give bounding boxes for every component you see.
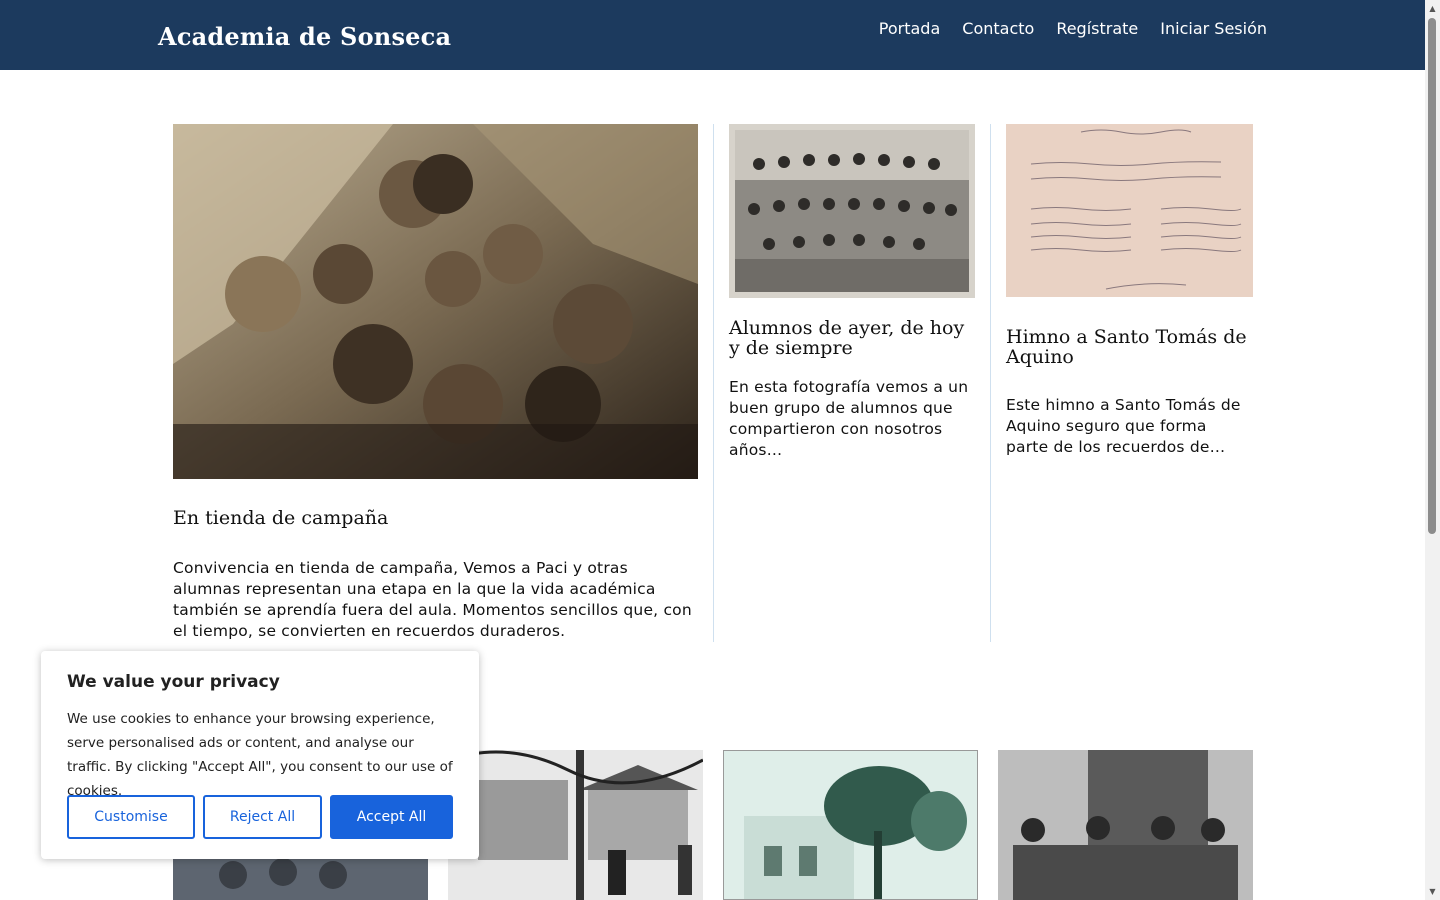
- column-divider: [713, 124, 714, 642]
- cookie-consent-banner: We value your privacy We use cookies to …: [41, 651, 479, 859]
- site-brand[interactable]: Academia de Sonseca: [158, 22, 451, 51]
- post-excerpt-himno: Este himno a Santo Tomás de Aquino segur…: [1006, 396, 1241, 456]
- main-nav: Portada Contacto Regístrate Iniciar Sesi…: [857, 19, 1267, 38]
- post-thumbnail[interactable]: [448, 750, 703, 900]
- scroll-down-icon[interactable]: ▼: [1428, 887, 1437, 896]
- customise-button[interactable]: Customise: [67, 795, 195, 839]
- nav-link-iniciar-sesion[interactable]: Iniciar Sesión: [1160, 19, 1267, 38]
- scroll-thumb[interactable]: [1428, 18, 1436, 534]
- post-title-tienda-campana[interactable]: En tienda de campaña: [173, 508, 698, 528]
- scroll-up-icon[interactable]: ▲: [1428, 4, 1437, 13]
- post-excerpt-tienda-campana: Convivencia en tienda de campaña, Vemos …: [173, 559, 692, 640]
- reject-all-button[interactable]: Reject All: [203, 795, 322, 839]
- cookie-title: We value your privacy: [67, 672, 280, 692]
- post-image-alumnos[interactable]: [729, 124, 975, 298]
- cookie-text: We use cookies to enhance your browsing …: [67, 711, 453, 799]
- nav-link-registrate[interactable]: Regístrate: [1056, 19, 1138, 38]
- accept-all-button[interactable]: Accept All: [330, 795, 453, 839]
- page-scrollbar[interactable]: ▲ ▼: [1425, 0, 1440, 900]
- nav-link-contacto[interactable]: Contacto: [962, 19, 1034, 38]
- site-header: Academia de Sonseca Portada Contacto Reg…: [0, 0, 1425, 70]
- post-image-tienda-campana[interactable]: [173, 124, 698, 479]
- nav-link-portada[interactable]: Portada: [879, 19, 940, 38]
- post-title-alumnos[interactable]: Alumnos de ayer, de hoy y de siempre: [729, 318, 975, 358]
- post-title-himno[interactable]: Himno a Santo Tomás de Aquino: [1006, 327, 1253, 367]
- post-image-himno[interactable]: [1006, 124, 1253, 297]
- post-thumbnail[interactable]: [998, 750, 1253, 900]
- post-thumbnail[interactable]: [723, 750, 978, 900]
- post-excerpt-alumnos: En esta fotografía vemos a un buen grupo…: [729, 378, 969, 459]
- column-divider: [990, 124, 991, 642]
